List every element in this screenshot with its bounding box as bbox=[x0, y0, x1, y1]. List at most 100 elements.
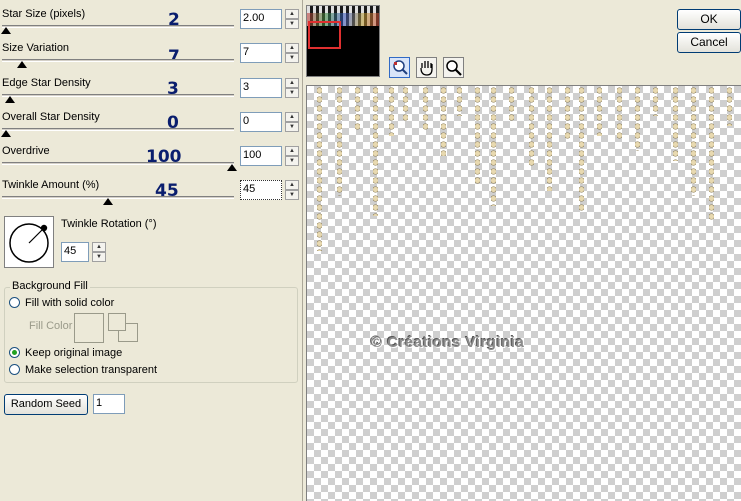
sparkle-strand bbox=[691, 86, 696, 196]
sparkle-strand bbox=[617, 86, 622, 141]
preview-canvas[interactable]: © Créations Virginia bbox=[306, 85, 741, 501]
background-fill-title: Background Fill bbox=[10, 280, 90, 292]
spin-down-icon[interactable]: ▼ bbox=[285, 88, 299, 98]
spin-down-icon[interactable]: ▼ bbox=[285, 156, 299, 166]
navigator-viewport-rect[interactable] bbox=[308, 21, 341, 49]
slider-twinkle-amount: Twinkle Amount (%) 45 45 ▲ ▼ bbox=[0, 179, 300, 213]
size-variation-label: Size Variation bbox=[2, 42, 70, 54]
sparkle-strand bbox=[491, 86, 496, 206]
twinkle-rotation-label: Twinkle Rotation (°) bbox=[61, 218, 157, 230]
sparkle-strand bbox=[635, 86, 640, 151]
edge-density-thumb[interactable] bbox=[5, 96, 15, 103]
size-variation-spinner[interactable]: ▲ ▼ bbox=[285, 43, 299, 63]
overdrive-spinner[interactable]: ▲ ▼ bbox=[285, 146, 299, 166]
fill-color-label: Fill Color bbox=[29, 320, 73, 332]
edge-density-input[interactable]: 3 bbox=[240, 78, 282, 98]
edge-density-label: Edge Star Density bbox=[2, 77, 91, 89]
spin-up-icon[interactable]: ▲ bbox=[285, 78, 299, 88]
random-seed-input[interactable]: 1 bbox=[93, 394, 125, 414]
sparkle-strand bbox=[355, 86, 360, 131]
twinkle-rotation-spinner[interactable]: ▲ ▼ bbox=[92, 242, 106, 262]
sparkle-strand bbox=[317, 86, 322, 251]
sparkle-strand bbox=[423, 86, 428, 131]
sparkle-strand bbox=[337, 86, 342, 196]
overdrive-thumb[interactable] bbox=[227, 164, 237, 171]
spin-down-icon[interactable]: ▼ bbox=[285, 122, 299, 132]
sparkle-strand bbox=[579, 86, 584, 211]
spin-down-icon[interactable]: ▼ bbox=[285, 190, 299, 200]
twinkle-amount-spinner[interactable]: ▲ ▼ bbox=[285, 180, 299, 200]
edge-density-track[interactable] bbox=[2, 94, 234, 97]
rotation-dial-icon bbox=[9, 223, 49, 263]
fill-solid-label: Fill with solid color bbox=[25, 297, 115, 309]
overall-density-track[interactable] bbox=[2, 128, 234, 131]
sparkle-strand bbox=[373, 86, 378, 216]
zoom-fit-icon bbox=[393, 60, 408, 75]
twinkle-amount-track[interactable] bbox=[2, 196, 234, 199]
sparkle-strand bbox=[709, 86, 714, 221]
spin-down-icon[interactable]: ▼ bbox=[285, 19, 299, 29]
twinkle-amount-label: Twinkle Amount (%) bbox=[2, 179, 100, 191]
slider-overdrive: Overdrive 100 100 ▲ ▼ bbox=[0, 145, 300, 179]
pan-button[interactable] bbox=[416, 57, 437, 78]
spin-up-icon[interactable]: ▲ bbox=[285, 43, 299, 53]
size-variation-thumb[interactable] bbox=[17, 61, 27, 68]
sparkle-strand bbox=[475, 86, 480, 186]
make-transparent-radio[interactable] bbox=[9, 364, 20, 375]
spin-down-icon[interactable]: ▼ bbox=[92, 252, 106, 262]
star-size-track[interactable] bbox=[2, 25, 234, 28]
slider-size-variation: Size Variation 7 7 ▲ ▼ bbox=[0, 42, 300, 76]
overall-density-spinner[interactable]: ▲ ▼ bbox=[285, 112, 299, 132]
keep-original-radio[interactable] bbox=[9, 347, 20, 358]
sparkle-strand bbox=[547, 86, 552, 191]
keep-original-label: Keep original image bbox=[25, 347, 123, 359]
size-variation-input[interactable]: 7 bbox=[240, 43, 282, 63]
spin-up-icon[interactable]: ▲ bbox=[92, 242, 106, 252]
sparkle-strand bbox=[457, 86, 462, 116]
make-transparent-label: Make selection transparent bbox=[25, 364, 158, 376]
spin-down-icon[interactable]: ▼ bbox=[285, 53, 299, 63]
sparkle-strand bbox=[565, 86, 570, 141]
rotation-dial[interactable] bbox=[4, 216, 54, 268]
fill-solid-radio[interactable] bbox=[9, 297, 20, 308]
overdrive-input[interactable]: 100 bbox=[240, 146, 282, 166]
spin-up-icon[interactable]: ▲ bbox=[285, 9, 299, 19]
spin-up-icon[interactable]: ▲ bbox=[285, 180, 299, 190]
fill-color-swatch[interactable] bbox=[74, 313, 104, 343]
sparkle-strand bbox=[441, 86, 446, 156]
star-size-spinner[interactable]: ▲ ▼ bbox=[285, 9, 299, 29]
zoom-button[interactable] bbox=[443, 57, 464, 78]
twinkle-amount-input[interactable]: 45 bbox=[240, 180, 282, 200]
sparkle-strand bbox=[529, 86, 534, 166]
overall-density-input[interactable]: 0 bbox=[240, 112, 282, 132]
ok-button[interactable]: OK bbox=[677, 9, 741, 30]
size-variation-track[interactable] bbox=[2, 59, 234, 62]
twinkle-rotation-input[interactable]: 45 bbox=[61, 242, 89, 262]
sparkle-strand bbox=[389, 86, 394, 136]
edge-density-spinner[interactable]: ▲ ▼ bbox=[285, 78, 299, 98]
overall-density-label: Overall Star Density bbox=[2, 111, 100, 123]
spin-up-icon[interactable]: ▲ bbox=[285, 146, 299, 156]
sparkle-strand bbox=[509, 86, 514, 121]
random-seed-button[interactable]: Random Seed bbox=[4, 394, 88, 415]
hand-pan-icon bbox=[420, 61, 433, 76]
sparkle-strand bbox=[653, 86, 658, 116]
overdrive-track[interactable] bbox=[2, 162, 234, 165]
slider-edge-density: Edge Star Density 3 3 ▲ ▼ bbox=[0, 77, 300, 111]
star-size-label: Star Size (pixels) bbox=[2, 8, 86, 20]
star-size-thumb[interactable] bbox=[1, 27, 11, 34]
twinkle-amount-thumb[interactable] bbox=[103, 198, 113, 205]
cancel-button[interactable]: Cancel bbox=[677, 32, 741, 53]
navigator-thumbnail[interactable] bbox=[306, 5, 380, 77]
star-size-input[interactable]: 2.00 bbox=[240, 9, 282, 29]
overall-density-thumb[interactable] bbox=[1, 130, 11, 137]
fill-color-primary-swatch[interactable] bbox=[108, 313, 126, 331]
slider-star-size: Star Size (pixels) 2 2.00 ▲ ▼ bbox=[0, 8, 300, 42]
spin-up-icon[interactable]: ▲ bbox=[285, 112, 299, 122]
sparkle-strand bbox=[403, 86, 408, 121]
sparkle-strand bbox=[673, 86, 678, 161]
sparkle-strand bbox=[727, 86, 732, 126]
zoom-fit-button[interactable] bbox=[389, 57, 410, 78]
slider-overall-density: Overall Star Density 0 0 ▲ ▼ bbox=[0, 111, 300, 145]
watermark-text: © Créations Virginia bbox=[371, 334, 525, 351]
